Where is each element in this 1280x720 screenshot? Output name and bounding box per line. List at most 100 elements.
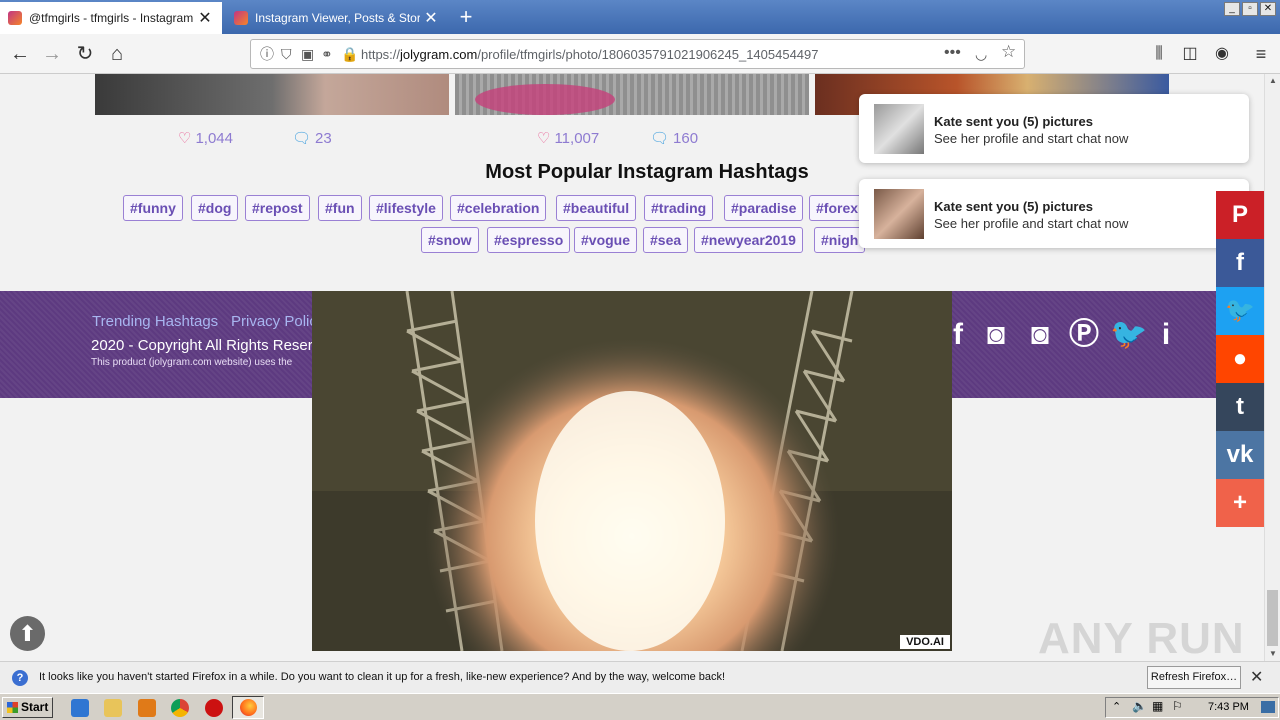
action-center-icon[interactable]: ⚐ [1172,699,1183,713]
link-icon[interactable]: ⚭ [321,46,333,62]
vertical-scrollbar[interactable]: ▲ ▼ [1264,74,1280,661]
likes-count: ♡ 1,044 [178,129,233,147]
page-actions-icon[interactable]: ••• [944,45,961,61]
hashtag-link[interactable]: #nigh [814,227,866,253]
tab-label: @tfmgirls - tfmgirls - Instagram Po [29,11,194,25]
navigation-bar: ← → ↻ ⌂ ⓘ ⛉ ▣ ⚭ 🔒 https://jolygram.com/p… [0,34,1280,74]
likes-count: ♡ 11,007 [537,129,599,147]
more-icon[interactable]: + [1216,479,1264,527]
twitter-icon[interactable]: 🐦 [1110,317,1147,353]
notification-title: Kate sent you (5) pictures [934,114,1093,129]
info-icon[interactable]: i [1148,317,1184,353]
info-icon[interactable]: ⓘ [260,46,274,62]
hashtag-link[interactable]: #paradise [724,195,804,221]
scrollbar-thumb[interactable] [1267,590,1278,646]
hashtag-link[interactable]: #sea [643,227,689,253]
instagram-icon [8,11,22,25]
close-tab-icon[interactable]: ✕ [196,8,214,28]
taskbar: Start ⌃ 🔈 ▦ ⚐ 7:43 PM [0,693,1280,720]
hashtag-link[interactable]: #espresso [487,227,571,253]
media-player-icon[interactable] [138,699,156,717]
network-icon[interactable]: ▦ [1152,699,1163,713]
tumblr-icon[interactable]: t [1216,383,1264,431]
account-icon[interactable]: ◉ [1208,40,1236,68]
reload-button[interactable]: ↻ [71,40,99,68]
pinterest-icon[interactable]: Ⓟ [1066,317,1102,353]
instagram-icon[interactable]: ◙ [1022,317,1058,353]
tab-tfmgirls[interactable]: @tfmgirls - tfmgirls - Instagram Po ✕ [0,2,222,34]
close-icon[interactable]: ✕ [1250,667,1263,687]
instagram-icon[interactable]: ◙ [978,317,1014,353]
window-close-button[interactable]: ✕ [1260,2,1276,16]
tab-instagram-viewer[interactable]: Instagram Viewer, Posts & Story & ✕ [226,2,448,34]
pocket-icon[interactable]: ◡ [975,46,987,62]
tab-strip: @tfmgirls - tfmgirls - Instagram Po ✕ In… [0,0,1280,34]
video-ad-player[interactable]: VDO.AI [312,291,952,651]
hashtag-link[interactable]: #beautiful [556,195,637,221]
twitter-icon[interactable]: 🐦 [1216,287,1264,335]
ie-icon[interactable] [71,699,89,717]
back-button[interactable]: ← [6,40,34,68]
sidebar-icon[interactable]: ◫ [1176,40,1204,68]
library-icon[interactable]: ⫼ [1145,40,1173,68]
vk-icon[interactable]: vk [1216,431,1264,479]
comments-count: 🗨 160 [650,129,698,147]
url-text[interactable]: https://jolygram.com/profile/tfmgirls/ph… [361,47,819,62]
tray-expand-icon[interactable]: ⌃ [1112,700,1121,713]
hashtag-link[interactable]: #trading [644,195,714,221]
notification-text: It looks like you haven't started Firefo… [39,671,726,683]
minimize-button[interactable]: _ [1224,2,1240,16]
vdo-ai-badge[interactable]: VDO.AI [900,635,950,649]
hashtag-link[interactable]: #forex [809,195,866,221]
new-tab-button[interactable]: + [452,2,480,32]
scroll-up-arrow[interactable]: ▲ [1265,74,1280,88]
footer-link-trending[interactable]: Trending Hashtags [92,313,218,330]
start-button[interactable]: Start [2,697,53,718]
home-button[interactable]: ⌂ [103,40,131,68]
hashtag-link[interactable]: #lifestyle [369,195,443,221]
scroll-to-top-button[interactable]: ⬆ [10,616,45,651]
refresh-firefox-button[interactable]: Refresh Firefox… [1147,666,1241,689]
post-thumbnail[interactable] [455,74,809,115]
post-thumbnail[interactable] [95,74,449,115]
tracking-shield-icon[interactable]: ⛉ [281,46,292,62]
instagram-icon [234,11,248,25]
hashtag-link[interactable]: #repost [245,195,310,221]
chat-notification[interactable]: Kate sent you (5) pictures See her profi… [859,179,1249,248]
chat-notification[interactable]: Kate sent you (5) pictures See her profi… [859,94,1249,163]
copyright-text: 2020 - Copyright All Rights Reserv [91,337,321,354]
notification-avatar [874,104,924,154]
anyrun-watermark: ANY RUN [1038,614,1245,661]
hashtag-link[interactable]: #snow [421,227,479,253]
info-icon: ? [12,670,28,686]
hashtag-link[interactable]: #funny [123,195,183,221]
show-desktop-icon[interactable] [1261,701,1275,713]
footer-link-privacy[interactable]: Privacy Polic [231,313,317,330]
firefox-taskbar-button[interactable] [232,696,264,719]
chrome-icon[interactable] [171,699,189,717]
hashtag-link[interactable]: #celebration [450,195,547,221]
bookmark-star-icon[interactable]: ☆ [1001,43,1016,60]
menu-icon[interactable]: ≡ [1247,40,1275,68]
hashtag-link[interactable]: #newyear2019 [694,227,803,253]
hashtag-link[interactable]: #vogue [574,227,638,253]
facebook-icon[interactable]: f [1216,239,1264,287]
notification-title: Kate sent you (5) pictures [934,199,1093,214]
close-tab-icon[interactable]: ✕ [422,8,440,28]
opera-icon[interactable] [205,699,223,717]
explorer-icon[interactable] [104,699,122,717]
lock-icon[interactable]: 🔒 [341,46,358,62]
likes-value: 11,007 [554,130,600,147]
hashtag-link[interactable]: #fun [318,195,362,221]
heart-icon: ♡ [178,130,192,147]
restore-button[interactable]: ▫ [1242,2,1258,16]
forward-button[interactable]: → [38,40,66,68]
pinterest-icon[interactable]: P [1216,191,1264,239]
volume-icon[interactable]: 🔈 [1132,699,1147,713]
reddit-icon[interactable]: ● [1216,335,1264,383]
url-bar[interactable]: ⓘ ⛉ ▣ ⚭ 🔒 https://jolygram.com/profile/t… [250,39,1025,69]
hashtag-link[interactable]: #dog [191,195,239,221]
scroll-down-arrow[interactable]: ▼ [1265,647,1280,661]
permissions-icon[interactable]: ▣ [301,46,314,62]
comment-icon: 🗨 [650,130,670,147]
